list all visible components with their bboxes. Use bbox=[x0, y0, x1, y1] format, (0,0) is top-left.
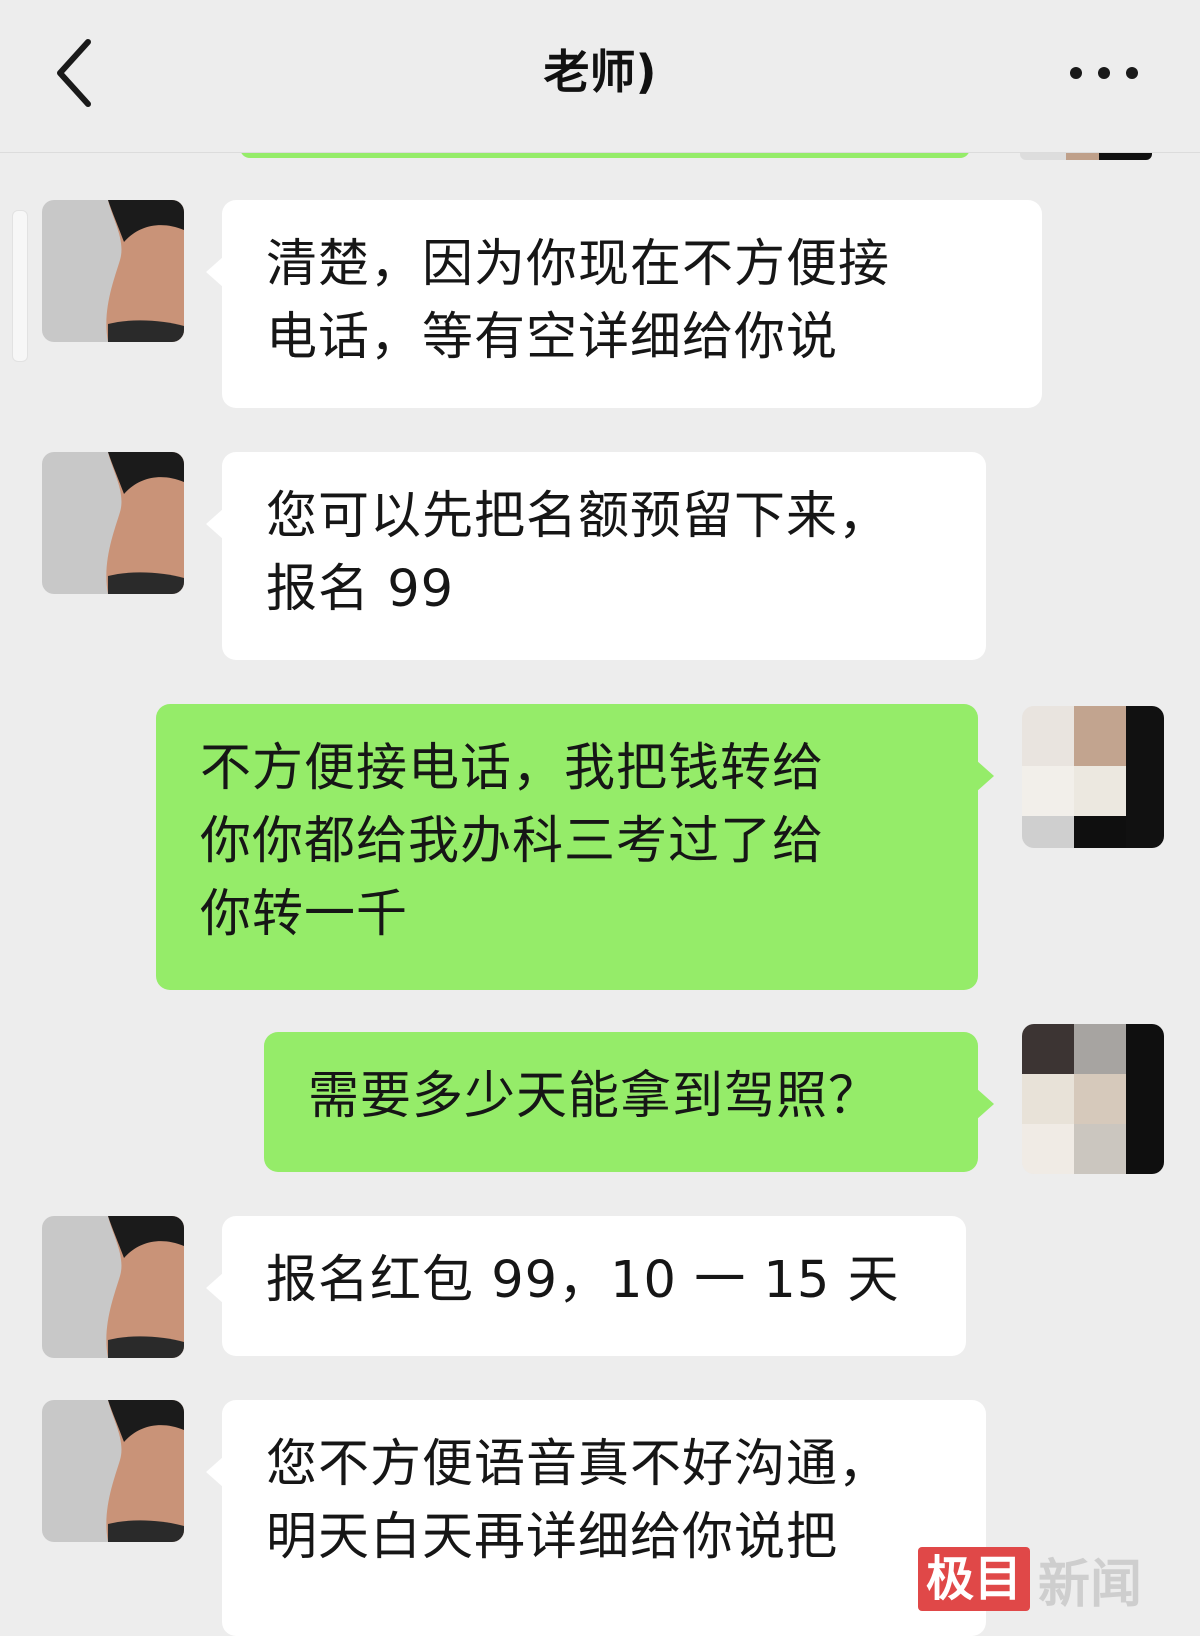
teacher-avatar[interactable] bbox=[42, 452, 184, 594]
my-avatar[interactable] bbox=[1022, 1024, 1164, 1174]
teacher-avatar-image bbox=[42, 1216, 184, 1358]
my-avatar-image bbox=[1022, 706, 1164, 848]
more-button[interactable] bbox=[1056, 40, 1156, 110]
teacher-avatar[interactable] bbox=[42, 1400, 184, 1542]
message-line: 清楚，因为你现在不方便接 bbox=[266, 235, 891, 294]
chat-header: 老师) bbox=[0, 0, 1200, 153]
message-line: 明天白天再详细给你说把 bbox=[266, 1508, 839, 1567]
my-avatar[interactable] bbox=[1022, 706, 1164, 848]
message-bubble[interactable]: 不方便接电话，我把钱转给 你你都给我办科三考过了给 你转一千 bbox=[156, 704, 994, 990]
chat-title: 老师) bbox=[543, 45, 657, 99]
message-bubble[interactable]: 报名红包 99，10 一 15 天 bbox=[206, 1216, 966, 1356]
message-line: 不方便接电话，我把钱转给 bbox=[200, 739, 825, 798]
watermark-logo-text: 新闻 bbox=[1038, 1553, 1143, 1615]
my-avatar-image bbox=[1022, 1024, 1164, 1174]
watermark-logo-box: 极目 bbox=[918, 1547, 1031, 1611]
news-watermark: 极目 新闻 bbox=[918, 1543, 1142, 1615]
message-line: 您可以先把名额预留下来， bbox=[266, 487, 891, 546]
back-button[interactable] bbox=[40, 28, 120, 118]
more-dots-icon bbox=[1070, 67, 1138, 79]
message-bubble[interactable]: 需要多少天能拿到驾照？ bbox=[264, 1032, 994, 1172]
message-bubble[interactable]: 清楚，因为你现在不方便接 电话，等有空详细给你说 bbox=[206, 200, 1042, 408]
message-line: 报名 99 bbox=[266, 560, 455, 619]
message-bubble[interactable]: 您不方便语音真不好沟通， 明天白天再详细给你说把 bbox=[206, 1400, 986, 1636]
teacher-avatar[interactable] bbox=[42, 1216, 184, 1358]
teacher-avatar-image bbox=[42, 1400, 184, 1542]
message-line: 你转一千 bbox=[200, 885, 409, 944]
message-line: 电话，等有空详细给你说 bbox=[266, 308, 839, 367]
teacher-avatar[interactable] bbox=[42, 200, 184, 342]
message-bubble[interactable]: 您可以先把名额预留下来， 报名 99 bbox=[206, 452, 986, 660]
message-line: 您不方便语音真不好沟通， bbox=[266, 1435, 891, 1494]
message-line: 你你都给我办科三考过了给 bbox=[200, 812, 825, 871]
message-line: 需要多少天能拿到驾照？ bbox=[308, 1067, 881, 1126]
chevron-left-icon bbox=[57, 39, 91, 107]
teacher-avatar-image bbox=[42, 452, 184, 594]
message-line: 报名红包 99，10 一 15 天 bbox=[266, 1251, 900, 1310]
scroll-indicator bbox=[12, 210, 28, 362]
teacher-avatar-image bbox=[42, 200, 184, 342]
